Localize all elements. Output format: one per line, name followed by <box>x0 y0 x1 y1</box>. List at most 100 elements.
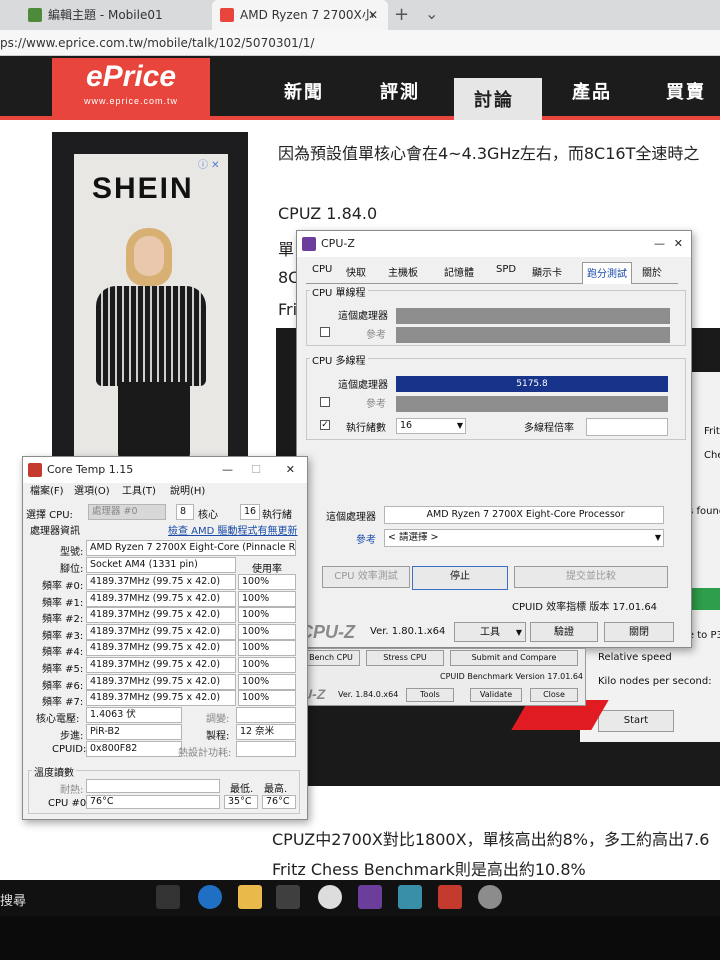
ghost-bench-cpu-button[interactable]: Bench CPU <box>302 650 360 666</box>
minimize-icon[interactable]: — <box>654 231 665 257</box>
validate-button[interactable]: 驗證 <box>530 622 598 642</box>
fritz-start-button[interactable]: Start <box>598 710 674 732</box>
task-view-icon[interactable] <box>156 885 180 909</box>
benchmark-version-text: CPUID 效率指標 版本 17.01.64 <box>512 602 658 613</box>
multi-thread-group-label: CPU 多線程 <box>310 352 368 367</box>
mobile01-favicon-icon <box>28 8 42 22</box>
process-field: 12 奈米 <box>236 724 296 740</box>
new-tab-icon[interactable]: + <box>394 4 409 25</box>
app-taskbar-icon[interactable] <box>398 885 422 909</box>
ad-info-close-icon[interactable]: ⓘ ✕ <box>198 156 220 171</box>
single-reference-bar <box>396 327 670 343</box>
menu-help[interactable]: 說明(H) <box>170 482 205 497</box>
nav-news[interactable]: 新聞 <box>284 78 324 104</box>
frequency-label: 頻率 #1: <box>42 597 84 609</box>
single-this-processor-bar <box>396 308 670 324</box>
menu-tools[interactable]: 工具(T) <box>122 482 156 497</box>
coretemp-app-icon <box>28 463 42 477</box>
close-icon[interactable]: ✕ <box>674 231 683 257</box>
ghost-close-button[interactable]: Close <box>530 688 578 702</box>
tab-bench[interactable]: 跑分測試 <box>582 262 632 284</box>
close-icon[interactable]: ✕ <box>286 457 295 483</box>
select-cpu-dropdown[interactable]: 處理器 #0 <box>88 504 166 520</box>
cpuid-label: CPUID: <box>52 744 87 755</box>
dropdown-arrow-icon: ▼ <box>456 421 463 430</box>
submit-compare-button[interactable]: 提交並比較 <box>514 566 668 588</box>
tab-list-chevron-icon[interactable]: ⌄ <box>425 4 438 23</box>
tab-spd[interactable]: SPD <box>496 264 516 275</box>
frequency-field: 4189.37MHz (99.75 x 42.0) <box>86 690 236 707</box>
tab-caches[interactable]: 快取 <box>346 264 366 279</box>
ghost-version-text: Ver. 1.84.0.x64 <box>338 690 399 699</box>
ad-model-top <box>96 286 206 386</box>
reference-select[interactable]: < 請選擇 > ▼ <box>384 529 664 547</box>
tab-mainboard[interactable]: 主機板 <box>388 264 418 279</box>
store-icon[interactable] <box>276 885 300 909</box>
ghost-stress-cpu-button[interactable]: Stress CPU <box>366 650 444 666</box>
bench-cpu-button[interactable]: CPU 效率測試 <box>322 566 410 588</box>
tab-about[interactable]: 關於 <box>642 264 662 279</box>
nav-discussion[interactable]: 討論 <box>454 78 542 120</box>
browser-tab-eprice[interactable]: AMD Ryzen 7 2700X小 ✕ <box>212 0 388 30</box>
multi-reference-checkbox[interactable] <box>320 397 330 407</box>
coretemp-taskbar-icon[interactable] <box>438 885 462 909</box>
stop-button[interactable]: 停止 <box>412 566 508 590</box>
taskbar-search-box[interactable]: 搜尋 <box>0 890 26 909</box>
reference-select-value: < 請選擇 > <box>388 532 439 543</box>
close-button[interactable]: 關閉 <box>604 622 674 642</box>
usage-value: 100% <box>242 692 270 704</box>
driver-update-link[interactable]: 檢查 AMD 驅動程式有無更新 <box>168 522 298 537</box>
cpu0-max-value: 76°C <box>266 796 290 807</box>
frequency-label: 頻率 #2: <box>42 614 84 626</box>
coretemp-titlebar[interactable]: Core Temp 1.15 — ☐ ✕ <box>23 457 307 483</box>
photo-of-monitor: 編輯主題 - Mobile01 AMD Ryzen 7 2700X小 ✕ + ⌄… <box>0 0 720 960</box>
tools-button[interactable]: 工具 ▼ <box>454 622 526 642</box>
file-explorer-icon[interactable] <box>238 885 262 909</box>
frequency-label: 頻率 #7: <box>42 697 84 709</box>
eprice-favicon-icon <box>220 8 234 22</box>
nav-products[interactable]: 產品 <box>572 78 612 104</box>
tab-cpu[interactable]: CPU <box>312 264 332 275</box>
ghost-tools-button[interactable]: Tools <box>406 688 454 702</box>
cpuz-taskbar-icon[interactable] <box>358 885 382 909</box>
usage-field: 100% <box>238 574 296 590</box>
frequency-label: 頻率 #4: <box>42 647 84 659</box>
usage-value: 100% <box>242 675 270 687</box>
eprice-logo[interactable]: ePrice www.eprice.com.tw <box>52 58 210 118</box>
threads-select[interactable]: 16 ▼ <box>396 418 466 434</box>
model-value: AMD Ryzen 7 2700X Eight-Core (Pinnacle R… <box>90 542 296 553</box>
cpuz-titlebar[interactable]: CPU-Z — ✕ <box>297 231 691 257</box>
address-bar[interactable]: ps://www.eprice.com.tw/mobile/talk/102/5… <box>0 30 720 56</box>
frequency-value: 4189.37MHz (99.75 x 42.0) <box>90 576 221 587</box>
nav-reviews[interactable]: 評測 <box>380 78 420 104</box>
cores-count-value: 8 <box>180 506 187 517</box>
frequency-label: 頻率 #5: <box>42 664 84 675</box>
cores-count-field: 8 <box>176 504 194 520</box>
article-fragment: Fri <box>278 300 298 319</box>
minimize-icon[interactable]: — <box>222 457 233 483</box>
maximize-icon[interactable]: ☐ <box>251 457 261 483</box>
frequency-value: 4189.37MHz (99.75 x 42.0) <box>90 592 221 604</box>
chrome-icon[interactable] <box>318 885 342 909</box>
article-heading-cpuz: CPUZ 1.84.0 <box>278 204 378 223</box>
cpu0-temp-label: CPU #0: <box>48 798 90 809</box>
frequency-value: 4189.37MHz (99.75 x 42.0) <box>90 642 221 654</box>
ghost-benchmark-version: CPUID Benchmark Version 17.01.64 <box>440 672 584 681</box>
browser-tab-mobile01[interactable]: 編輯主題 - Mobile01 <box>20 0 210 30</box>
nav-trade[interactable]: 買賣 <box>666 78 706 104</box>
tab-graphics[interactable]: 顯示卡 <box>532 264 562 279</box>
fritz-taskbar-icon[interactable] <box>478 885 502 909</box>
edge-browser-icon[interactable] <box>198 885 222 909</box>
voltage-label: 核心電壓: <box>36 714 80 725</box>
ghost-validate-button[interactable]: Validate <box>470 688 522 702</box>
threads-checkbox[interactable]: ✓ <box>320 420 330 430</box>
close-tab-icon[interactable]: ✕ <box>368 0 378 30</box>
tab-memory[interactable]: 記憶體 <box>444 264 474 279</box>
frequency-label: 頻率 #6: <box>42 680 84 692</box>
ghost-submit-button[interactable]: Submit and Compare <box>450 650 578 666</box>
single-reference-checkbox[interactable] <box>320 327 330 337</box>
menu-options[interactable]: 選項(O) <box>74 482 110 497</box>
processor-label: 這個處理器 <box>326 512 376 523</box>
menu-file[interactable]: 檔案(F) <box>30 482 64 497</box>
ad-brand-logo: SHEIN <box>92 172 194 205</box>
